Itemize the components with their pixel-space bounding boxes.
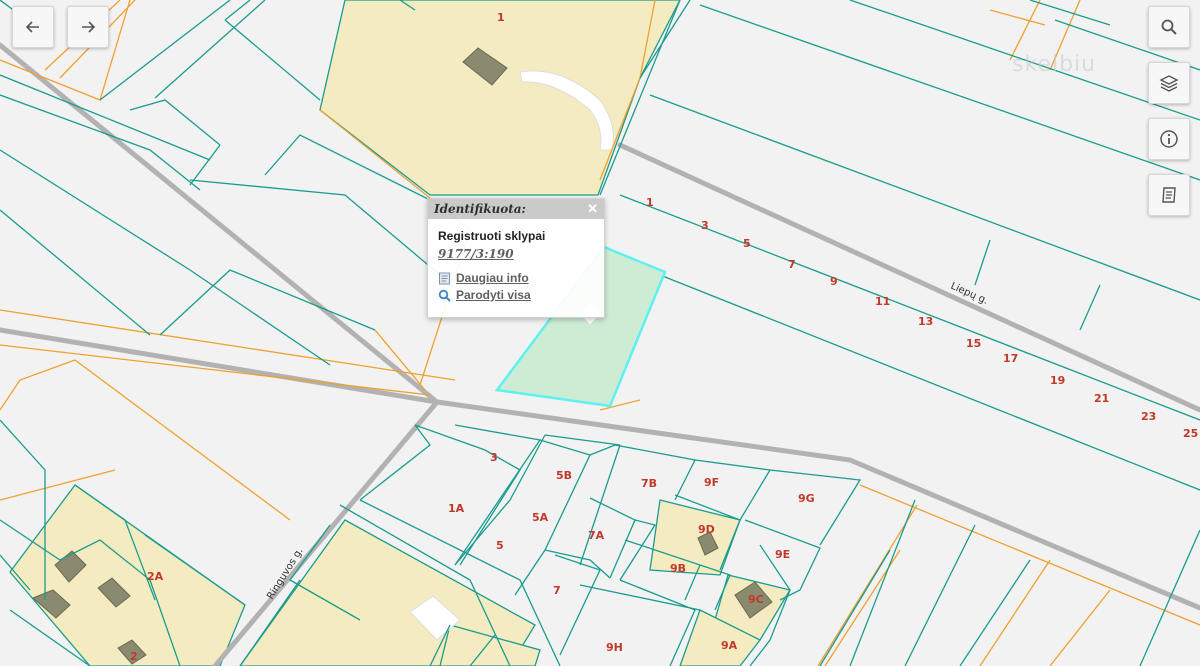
parcel-label: 7A	[588, 529, 605, 542]
arrow-right-icon	[82, 21, 96, 33]
parcel-label: 1A	[448, 502, 465, 515]
forward-button[interactable]	[67, 6, 109, 48]
magnifier-icon	[438, 289, 451, 302]
more-info-label: Daugiau info	[456, 271, 529, 285]
parcel-label: 17	[1003, 352, 1018, 365]
parcel-label: 5	[496, 539, 504, 552]
parcel-label: 7	[788, 258, 796, 271]
show-all-link[interactable]: Parodyti visa	[438, 288, 594, 302]
search-icon	[1161, 19, 1177, 35]
info-icon	[1160, 130, 1178, 148]
arrow-left-icon	[25, 21, 39, 33]
parcel-label: 13	[918, 315, 933, 328]
parcel-label: 11	[875, 295, 890, 308]
parcel-label: 5	[743, 237, 751, 250]
layers-icon	[1159, 75, 1179, 92]
parcel-label: 3	[701, 219, 709, 232]
parcel-label: 15	[966, 337, 981, 350]
parcel-label: 2	[130, 650, 138, 663]
parcel-label: 19	[1050, 374, 1065, 387]
search-button[interactable]	[1148, 6, 1190, 48]
popup-layer-name: Registruoti sklypai	[438, 229, 546, 243]
popup-body: Registruoti sklypai 9177/3:190 Daugiau i…	[428, 219, 604, 302]
info-button[interactable]	[1148, 118, 1190, 160]
parcel-label: 21	[1094, 392, 1109, 405]
parcel-label: 2A	[147, 570, 164, 583]
parcel-label: 9G	[798, 492, 815, 505]
cadastral-map[interactable]: 1 1 3 5 7 9 11 13 15 17 19 21 23 25 3 5B…	[0, 0, 1200, 666]
parcel-label: 3	[490, 451, 498, 464]
parcel-label: 7B	[641, 477, 657, 490]
parcel-label: 7	[553, 584, 561, 597]
parcel-label: 23	[1141, 410, 1156, 423]
document-icon	[439, 272, 450, 284]
parcel-label: 9D	[698, 523, 715, 536]
back-button[interactable]	[12, 6, 54, 48]
parcel-label: 5B	[556, 469, 572, 482]
parcel-label: 25	[1183, 427, 1198, 440]
identify-popup: Identifikuota: ✕ Registruoti sklypai 917…	[427, 198, 605, 318]
parcel-label: 1	[646, 196, 654, 209]
parcel-label: 9H	[606, 641, 623, 654]
close-icon[interactable]: ✕	[587, 201, 598, 217]
more-info-link[interactable]: Daugiau info	[438, 271, 594, 285]
parcel-label: 5A	[532, 511, 549, 524]
parcel-label: 9B	[670, 562, 686, 575]
parcel-label: 9F	[704, 476, 719, 489]
parcel-label: 9E	[775, 548, 790, 561]
watermark-logo: skelbiu	[1012, 52, 1097, 77]
popup-title: Identifikuota:	[434, 202, 526, 216]
show-all-label: Parodyti visa	[456, 288, 531, 302]
document-icon	[1162, 187, 1176, 203]
parcel-label: 9	[830, 275, 838, 288]
layers-button[interactable]	[1148, 62, 1190, 104]
parcel-id-link[interactable]: 9177/3:190	[438, 247, 594, 261]
parcel-label: 9A	[721, 639, 738, 652]
legend-button[interactable]	[1148, 174, 1190, 216]
parcel-label: 1	[497, 11, 505, 24]
popup-header: Identifikuota: ✕	[428, 199, 604, 219]
parcel-label: 9C	[748, 593, 764, 606]
